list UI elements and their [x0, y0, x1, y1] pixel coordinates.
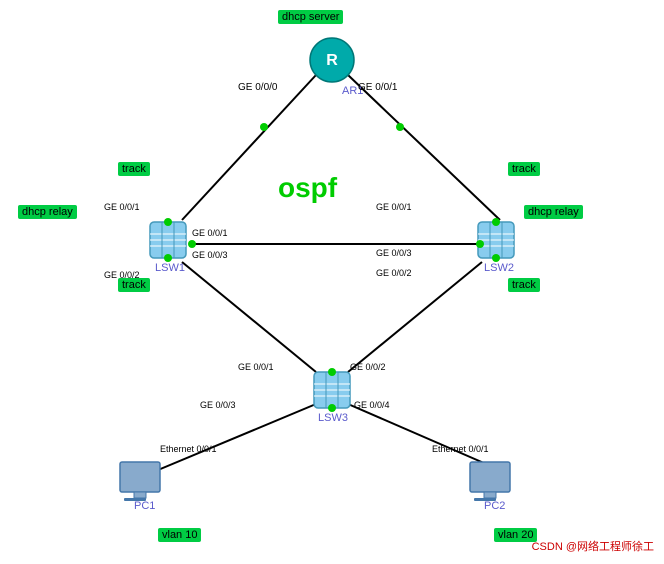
- lsw3-label: LSW3: [318, 412, 348, 424]
- lsw3-ge004-port: GE 0/0/4: [354, 400, 390, 410]
- svg-text:R: R: [326, 52, 338, 69]
- pc2-label: PC2: [484, 500, 505, 512]
- pc1-eth-port: Ethernet 0/0/1: [160, 444, 217, 454]
- lsw2-label: LSW2: [484, 262, 514, 274]
- lsw1-ge002-port: GE 0/0/2: [104, 270, 140, 280]
- lsw1-ge001-right-port: GE 0/0/1: [192, 228, 228, 238]
- track2-badge: track: [508, 162, 540, 176]
- pc2-eth-port: Ethernet 0/0/1: [432, 444, 489, 454]
- lsw1-ge001-top-port: GE 0/0/1: [104, 202, 140, 212]
- ar1-ge000-port: GE 0/0/0: [238, 82, 277, 93]
- lsw3-ge002-port: GE 0/0/2: [350, 362, 386, 372]
- track3-badge: track: [118, 278, 150, 292]
- dhcp-server-badge: dhcp server: [278, 10, 343, 24]
- dhcp-relay1-badge: dhcp relay: [18, 205, 77, 219]
- lsw3-ge001-port: GE 0/0/1: [238, 362, 274, 372]
- lsw2-ge001-top-port: GE 0/0/1: [376, 202, 412, 212]
- ospf-label: ospf: [278, 172, 337, 204]
- pc1-label: PC1: [134, 500, 155, 512]
- lsw1-label: LSW1: [155, 262, 185, 274]
- track4-badge: track: [508, 278, 540, 292]
- network-diagram: R: [0, 0, 664, 564]
- lsw2-ge003-port: GE 0/0/3: [376, 248, 412, 258]
- watermark: CSDN @网络工程师徐工: [532, 538, 654, 554]
- lsw1-ge003-port: GE 0/0/3: [192, 250, 228, 260]
- lsw2-ge002-port: GE 0/0/2: [376, 268, 412, 278]
- dhcp-relay2-badge: dhcp relay: [524, 205, 583, 219]
- ar1-ge001-port: GE 0/0/1: [358, 82, 397, 93]
- vlan10-label: vlan 10: [158, 528, 201, 542]
- lsw3-ge003-port: GE 0/0/3: [200, 400, 236, 410]
- track1-badge: track: [118, 162, 150, 176]
